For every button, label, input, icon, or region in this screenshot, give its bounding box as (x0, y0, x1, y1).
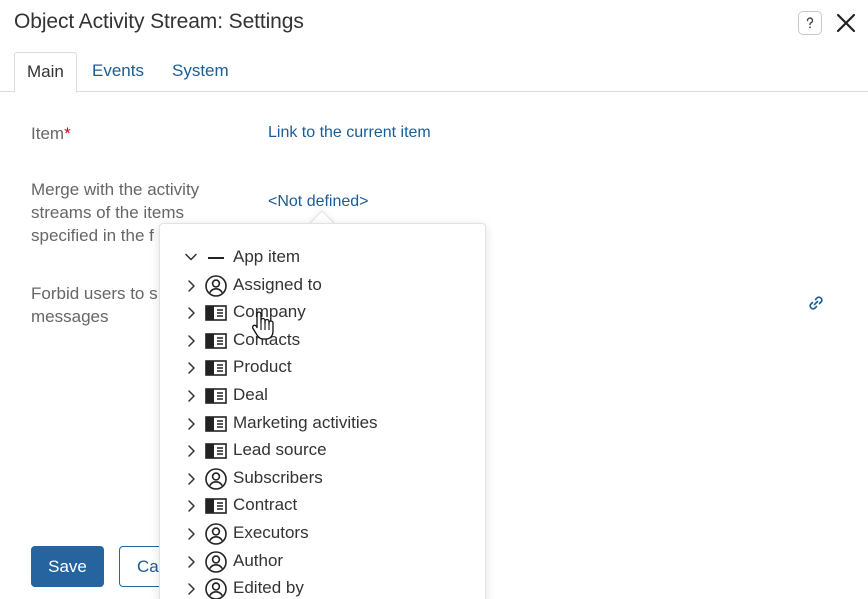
tree-item-label: Executors (233, 522, 309, 542)
save-button[interactable]: Save (31, 546, 104, 587)
chevron-right-icon[interactable] (184, 471, 198, 485)
tree-item-label: Assigned to (233, 274, 322, 294)
chevron-right-icon[interactable] (184, 388, 198, 402)
tree-item-label: Lead source (233, 440, 327, 460)
forbid-label: Forbid users to s messages (31, 282, 158, 328)
app-item-icon (204, 329, 228, 353)
tree-item-label: Author (233, 550, 284, 570)
help-button[interactable] (798, 11, 822, 35)
close-icon (836, 13, 856, 33)
chevron-right-icon[interactable] (184, 278, 198, 292)
field-tree-dropdown: App item Assigned to CompanyContacts Produ… (159, 223, 486, 599)
merge-value-link[interactable]: <Not defined> (268, 193, 369, 211)
merge-label-line1: Merge with the activity (31, 180, 200, 199)
tree-item-row[interactable]: Contacts (160, 327, 487, 354)
chevron-right-icon[interactable] (184, 581, 198, 595)
user-circle-icon (204, 522, 228, 546)
tree-item-row[interactable]: Subscribers (160, 465, 487, 492)
tree-item-row[interactable]: Assigned to (160, 272, 487, 299)
chevron-right-icon[interactable] (184, 526, 198, 540)
tree-root-label: App item (233, 247, 301, 266)
app-item-icon (204, 301, 228, 325)
tree-item-label: Subscribers (233, 467, 323, 487)
minus-icon (208, 257, 224, 259)
app-item-icon (204, 494, 228, 518)
required-mark: * (64, 124, 71, 143)
tree-item-row[interactable]: Edited by (160, 575, 487, 599)
item-label: Item* (31, 124, 71, 143)
chevron-right-icon[interactable] (184, 498, 198, 513)
tree-root-row[interactable]: App item (160, 244, 487, 271)
tree-item-label: Contract (233, 495, 298, 515)
tree-item-row[interactable]: Lead source (160, 437, 487, 464)
tree-item-row[interactable]: Author (160, 548, 487, 575)
tree-item-label: Marketing activities (233, 412, 378, 432)
forbid-label-line2: messages (31, 307, 109, 326)
app-item-icon (204, 356, 228, 380)
merge-label-line2: streams of the items (31, 203, 185, 222)
tree-item-row[interactable]: Company (160, 299, 487, 326)
hand-cursor-icon (251, 311, 274, 340)
tree-item-row[interactable]: Executors (160, 520, 487, 547)
chevron-right-icon[interactable] (184, 554, 198, 568)
user-circle-icon (204, 577, 228, 599)
app-item-icon (204, 412, 228, 436)
tree-item-row[interactable]: Contract (160, 492, 487, 519)
close-button[interactable] (834, 11, 858, 35)
user-circle-icon (204, 550, 228, 574)
tree-item-row[interactable]: Product (160, 354, 487, 381)
tab-system[interactable]: System (160, 52, 241, 92)
tab-main[interactable]: Main (14, 52, 77, 93)
chevron-right-icon[interactable] (184, 360, 198, 375)
tree-item-label: Product (233, 357, 292, 377)
tree-item-row[interactable]: Deal (160, 382, 487, 409)
forbid-label-line1: Forbid users to s (31, 284, 158, 303)
chevron-right-icon[interactable] (184, 416, 198, 430)
chain-link-icon (809, 296, 823, 310)
tab-events[interactable]: Events (80, 52, 156, 92)
question-icon (806, 17, 814, 29)
user-circle-icon (204, 274, 228, 298)
dialog-title: Object Activity Stream: Settings (14, 10, 304, 33)
settings-dialog: Object Activity Stream: Settings Main Ev… (0, 0, 868, 599)
item-link[interactable]: Link to the current item (268, 124, 431, 142)
tree-item-row[interactable]: Marketing activities (160, 410, 487, 437)
app-item-icon (204, 439, 228, 463)
tree-item-label: Edited by (233, 578, 304, 598)
tree-item-label: Deal (233, 384, 268, 404)
link-button[interactable] (806, 293, 826, 313)
app-item-icon (204, 384, 228, 408)
user-circle-icon (204, 467, 228, 491)
chevron-right-icon[interactable] (184, 305, 198, 319)
chevron-right-icon[interactable] (184, 443, 198, 457)
tab-bar: Main Events System (0, 52, 868, 93)
chevron-down-icon[interactable] (184, 250, 198, 264)
chevron-right-icon[interactable] (184, 333, 198, 347)
